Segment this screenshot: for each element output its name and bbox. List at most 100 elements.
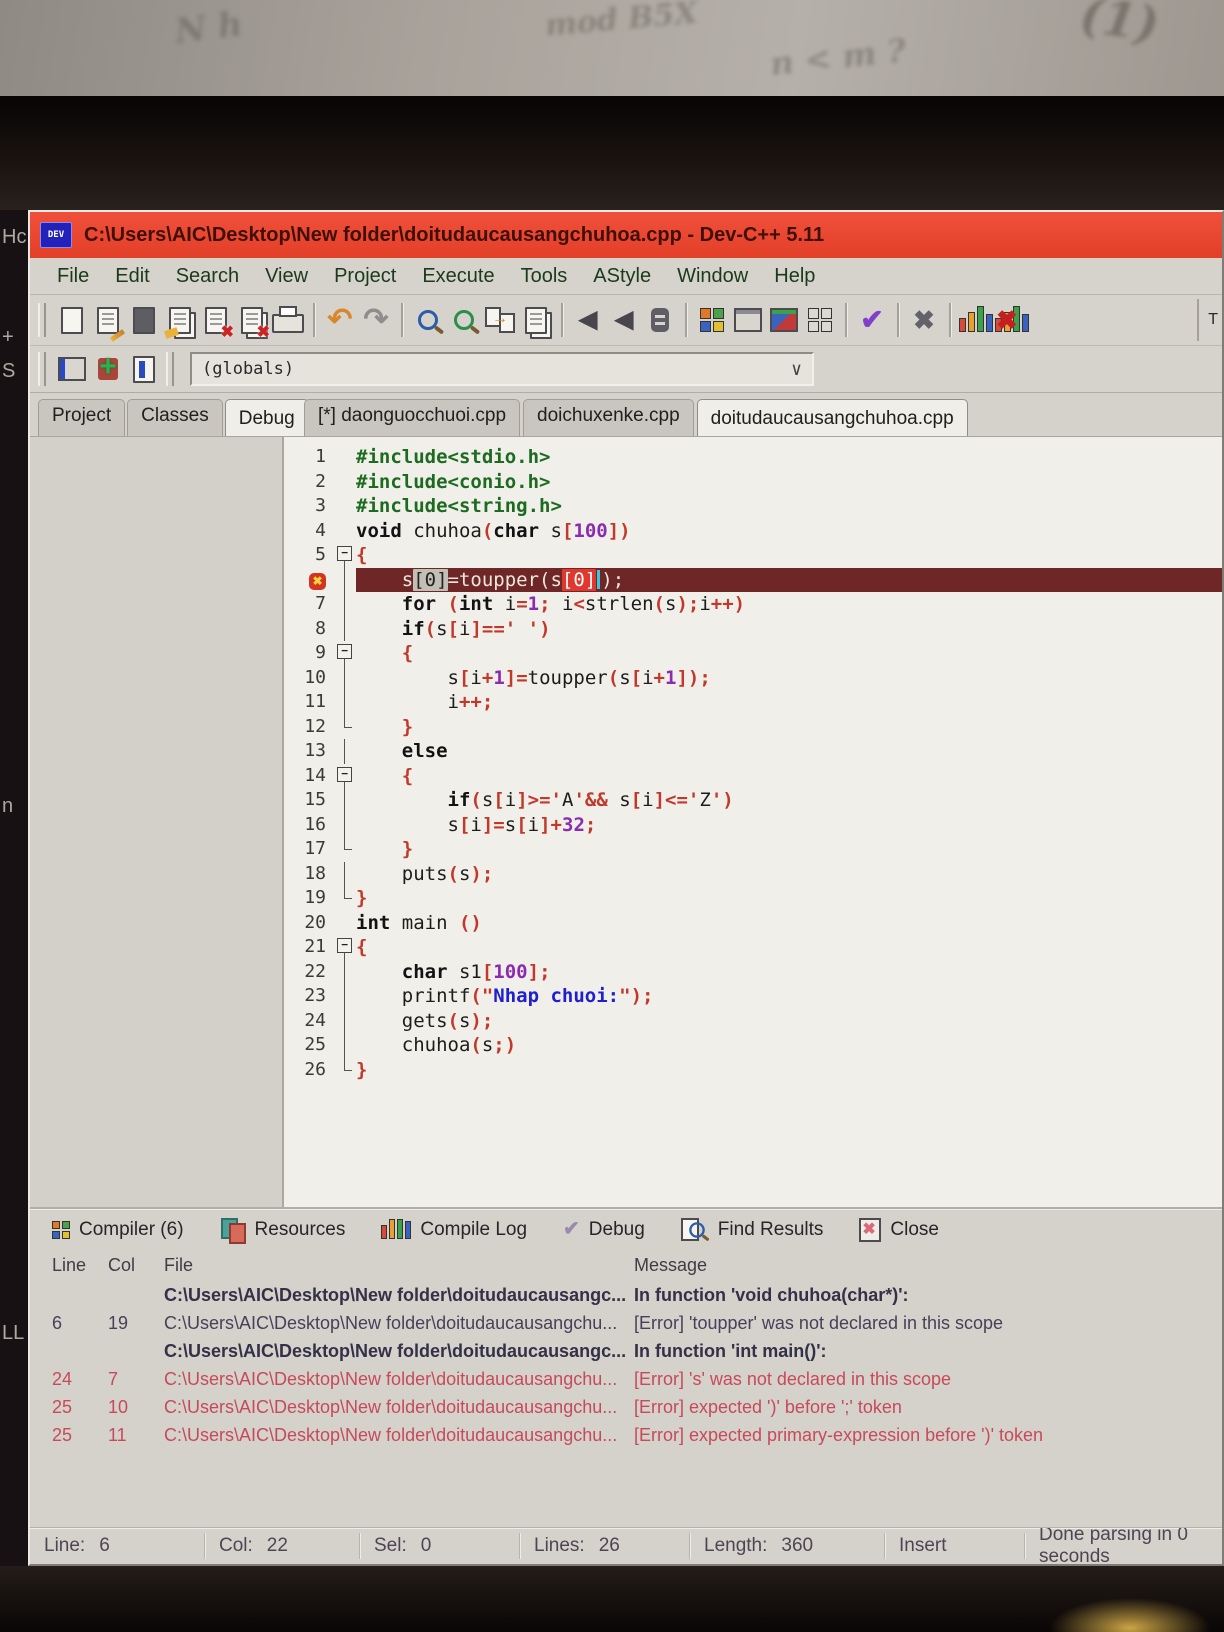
code-line-18[interactable]: 18puts(s); xyxy=(284,862,1222,887)
code-line-2[interactable]: 2#include<conio.h> xyxy=(284,470,1222,495)
goto-bookmarks-button[interactable] xyxy=(126,349,162,389)
code-line-8[interactable]: 8if(s[i]==' ') xyxy=(284,617,1222,642)
gutter-line-number[interactable]: 14 xyxy=(284,764,334,789)
menu-tools[interactable]: Tools xyxy=(508,265,581,288)
compiler-row[interactable]: 247C:\Users\AIC\Desktop\New folder\doitu… xyxy=(30,1365,1222,1393)
compiler-row[interactable]: 2510C:\Users\AIC\Desktop\New folder\doit… xyxy=(30,1393,1222,1421)
gutter-line-number[interactable]: 12 xyxy=(284,715,334,740)
code-line-11[interactable]: 11i++; xyxy=(284,690,1222,715)
toolbar-grip[interactable] xyxy=(166,352,174,386)
code-line-1[interactable]: 1#include<stdio.h> xyxy=(284,445,1222,470)
code-line-21[interactable]: 21{ xyxy=(284,935,1222,960)
code-line-19[interactable]: 19} xyxy=(284,886,1222,911)
compiler-row[interactable]: C:\Users\AIC\Desktop\New folder\doitudau… xyxy=(30,1337,1222,1365)
gutter-line-number[interactable]: 17 xyxy=(284,837,334,862)
code-line-24[interactable]: 24gets(s); xyxy=(284,1009,1222,1034)
toolbar-grip[interactable] xyxy=(38,303,46,337)
fold-toggle-icon[interactable] xyxy=(337,644,352,659)
project-browser-panel[interactable] xyxy=(30,437,284,1207)
insert-button[interactable] xyxy=(54,349,90,389)
code-line-4[interactable]: 4void chuhoa(char s[100]) xyxy=(284,519,1222,544)
gutter-line-number[interactable]: 3 xyxy=(284,494,334,519)
gutter-line-number[interactable]: 15 xyxy=(284,788,334,813)
bottom-tab-compile-log[interactable]: Compile Log xyxy=(381,1219,527,1241)
menu-project[interactable]: Project xyxy=(321,265,409,288)
fold-toggle-icon[interactable] xyxy=(337,546,352,561)
run-button[interactable] xyxy=(730,300,766,340)
bottom-tab-close[interactable]: Close xyxy=(859,1218,939,1242)
menu-astyle[interactable]: AStyle xyxy=(580,265,664,288)
code-line-20[interactable]: 20int main () xyxy=(284,911,1222,936)
code-line-17[interactable]: 17} xyxy=(284,837,1222,862)
gutter-line-number[interactable]: 13 xyxy=(284,739,334,764)
profile-button[interactable] xyxy=(958,300,994,340)
gutter-line-number[interactable]: 20 xyxy=(284,911,334,936)
bottom-tab-compiler-6[interactable]: Compiler (6) xyxy=(52,1219,184,1241)
code-line-14[interactable]: 14{ xyxy=(284,764,1222,789)
compiler-row[interactable]: 2511C:\Users\AIC\Desktop\New folder\doit… xyxy=(30,1421,1222,1449)
toolbar-grip[interactable] xyxy=(38,352,46,386)
code-line-16[interactable]: 16s[i]=s[i]+32; xyxy=(284,813,1222,838)
menu-edit[interactable]: Edit xyxy=(102,265,162,288)
compiler-row[interactable]: C:\Users\AIC\Desktop\New folder\doitudau… xyxy=(30,1281,1222,1309)
gutter-line-number[interactable] xyxy=(284,568,334,593)
gutter-line-number[interactable]: 22 xyxy=(284,960,334,985)
gutter-line-number[interactable]: 16 xyxy=(284,813,334,838)
save-button[interactable] xyxy=(126,300,162,340)
gutter-line-number[interactable]: 5 xyxy=(284,543,334,568)
menu-view[interactable]: View xyxy=(252,265,321,288)
menu-execute[interactable]: Execute xyxy=(409,265,507,288)
find-in-files-button[interactable] xyxy=(446,300,482,340)
compile-run-button[interactable] xyxy=(766,300,802,340)
menu-file[interactable]: File xyxy=(44,265,102,288)
code-line-6[interactable]: s[0]=toupper(s[0]); xyxy=(284,568,1222,593)
print-button[interactable] xyxy=(270,300,306,340)
find-button[interactable] xyxy=(410,300,446,340)
code-line-5[interactable]: 5{ xyxy=(284,543,1222,568)
gutter-line-number[interactable]: 7 xyxy=(284,592,334,617)
compiler-row[interactable]: 619C:\Users\AIC\Desktop\New folder\doitu… xyxy=(30,1309,1222,1337)
menu-window[interactable]: Window xyxy=(664,265,761,288)
code-line-12[interactable]: 12} xyxy=(284,715,1222,740)
rebuild-all-button[interactable] xyxy=(802,300,838,340)
syntax-check-button[interactable] xyxy=(854,300,890,340)
replace-button[interactable] xyxy=(482,300,518,340)
gutter-line-number[interactable]: 2 xyxy=(284,470,334,495)
gutter-line-number[interactable]: 4 xyxy=(284,519,334,544)
gutter-line-number[interactable]: 8 xyxy=(284,617,334,642)
open-file-button[interactable] xyxy=(90,300,126,340)
code-line-23[interactable]: 23printf("Nhap chuoi:"); xyxy=(284,984,1222,1009)
close-all-button[interactable] xyxy=(234,300,270,340)
save-all-button[interactable] xyxy=(162,300,198,340)
bottom-tab-find-results[interactable]: Find Results xyxy=(681,1218,824,1242)
bottom-tab-resources[interactable]: Resources xyxy=(220,1218,346,1242)
code-line-7[interactable]: 7for (int i=1; i<strlen(s);i++) xyxy=(284,592,1222,617)
undo-button[interactable] xyxy=(322,300,358,340)
gutter-line-number[interactable]: 10 xyxy=(284,666,334,691)
bottom-tab-debug[interactable]: Debug xyxy=(563,1219,645,1241)
code-line-3[interactable]: 3#include<string.h> xyxy=(284,494,1222,519)
forward-button[interactable] xyxy=(606,300,642,340)
code-line-25[interactable]: 25chuhoa(s;) xyxy=(284,1033,1222,1058)
gutter-line-number[interactable]: 24 xyxy=(284,1009,334,1034)
compile-button[interactable] xyxy=(694,300,730,340)
redo-button[interactable] xyxy=(358,300,394,340)
back-button[interactable] xyxy=(570,300,606,340)
gutter-line-number[interactable]: 26 xyxy=(284,1058,334,1083)
editor-tab-doitudaucausangchuhoa-cpp[interactable]: doitudaucausangchuhoa.cpp xyxy=(697,399,968,436)
menu-help[interactable]: Help xyxy=(761,265,828,288)
fold-toggle-icon[interactable] xyxy=(337,938,352,953)
code-line-9[interactable]: 9{ xyxy=(284,641,1222,666)
delete-profile-button[interactable] xyxy=(994,300,1030,340)
code-line-22[interactable]: 22char s1[100]; xyxy=(284,960,1222,985)
gutter-line-number[interactable]: 23 xyxy=(284,984,334,1009)
new-file-button[interactable] xyxy=(54,300,90,340)
code-line-10[interactable]: 10s[i+1]=toupper(s[i+1]); xyxy=(284,666,1222,691)
gutter-line-number[interactable]: 21 xyxy=(284,935,334,960)
code-line-26[interactable]: 26} xyxy=(284,1058,1222,1083)
left-tab-project[interactable]: Project xyxy=(38,399,125,436)
fold-toggle-icon[interactable] xyxy=(337,767,352,782)
left-tab-classes[interactable]: Classes xyxy=(127,399,223,436)
title-bar[interactable]: DEV C:\Users\AIC\Desktop\New folder\doit… xyxy=(30,212,1222,258)
editor-tab-daonguocchuoi-cpp[interactable]: [*] daonguocchuoi.cpp xyxy=(304,399,520,436)
